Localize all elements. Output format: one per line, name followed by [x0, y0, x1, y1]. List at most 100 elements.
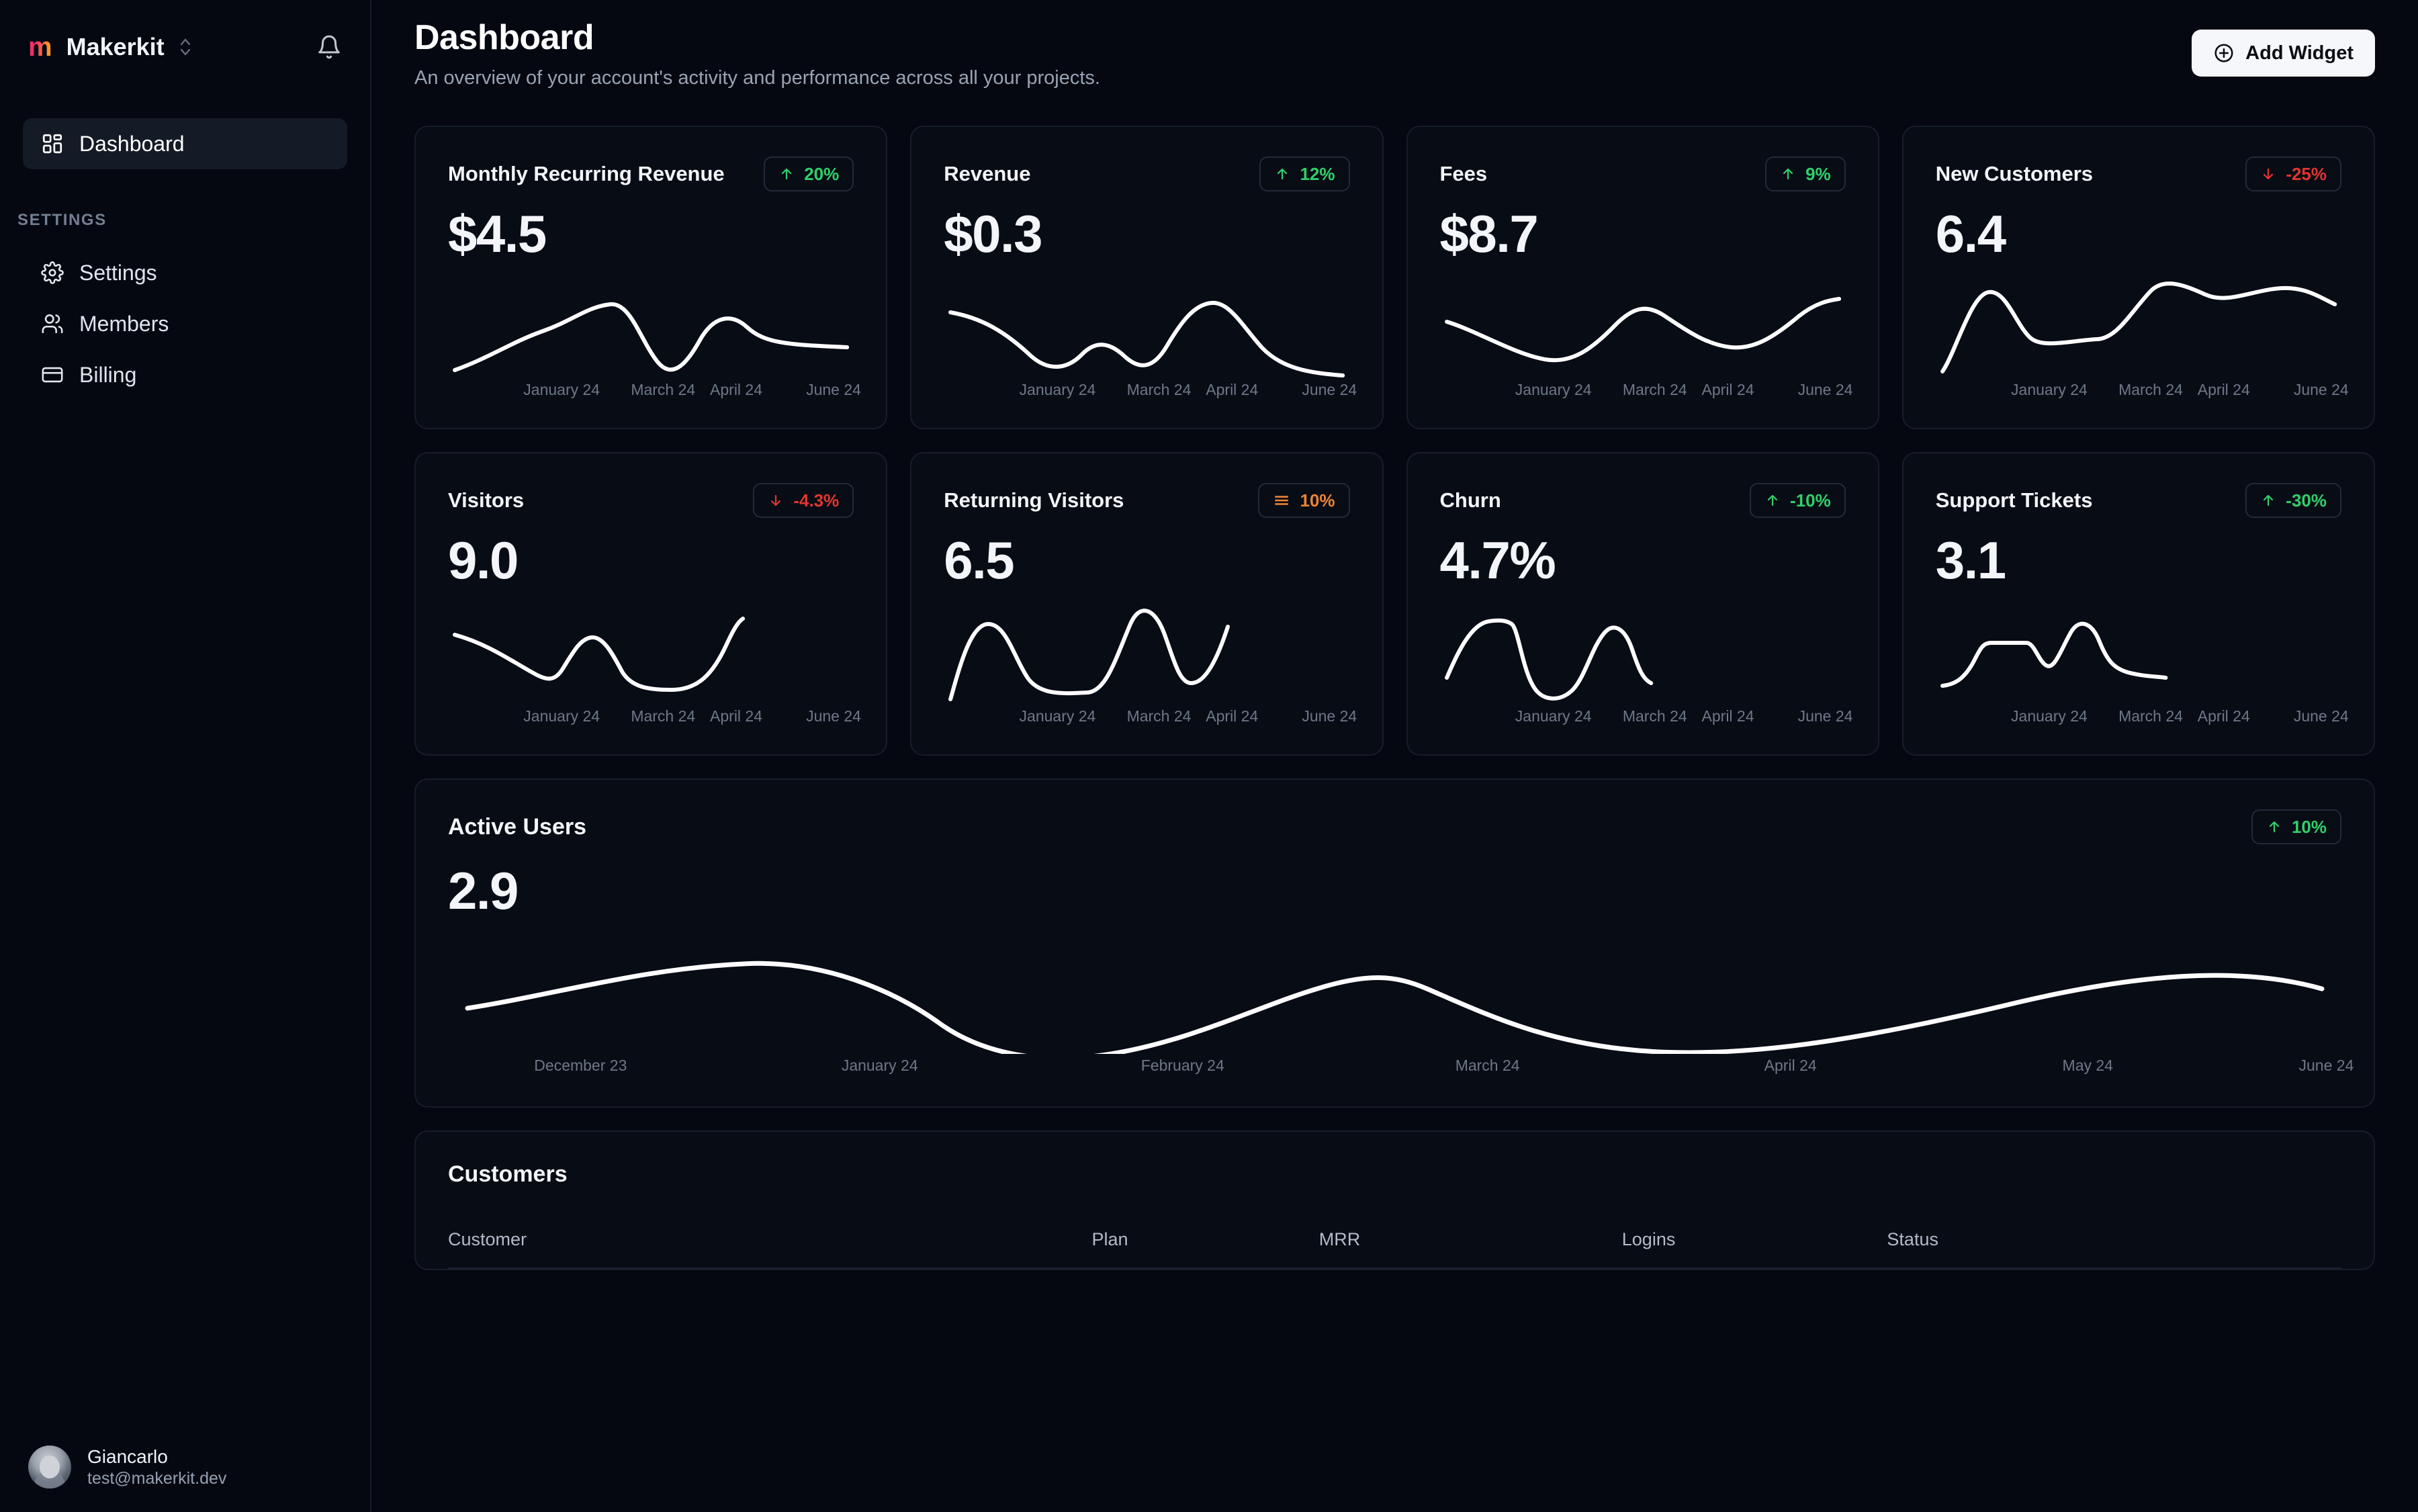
app-root: m Makerkit Dashboard SETTINGS Settings M… — [0, 0, 2418, 1512]
axis-tick: March 24 — [1455, 1057, 1520, 1074]
axis-tick: March 24 — [2118, 707, 2183, 725]
chart-x-axis: January 24 March 24 April 24 June 24 — [1936, 707, 2349, 727]
axis-tick: June 24 — [806, 381, 861, 398]
status-badge: -10% — [1750, 483, 1846, 518]
axis-tick: June 24 — [1302, 381, 1357, 398]
sidebar: m Makerkit Dashboard SETTINGS Settings M… — [0, 0, 371, 1512]
active-users-card[interactable]: Active Users 10% 2.9 December 23 January… — [414, 779, 2375, 1108]
status-badge: 20% — [764, 157, 854, 191]
badge-value: -25% — [2286, 163, 2327, 184]
metric-card-new-customers[interactable]: New Customers -25% 6.4 January 24 March … — [1901, 126, 2375, 429]
credit-card-icon — [40, 363, 64, 387]
arrow-up-icon — [1764, 492, 1781, 508]
card-value: $4.5 — [448, 204, 547, 263]
sidebar-item-dashboard[interactable]: Dashboard — [23, 118, 347, 169]
sidebar-item-members[interactable]: Members — [23, 298, 347, 349]
sidebar-item-label: Settings — [79, 260, 157, 285]
workspace-name: Makerkit — [66, 33, 165, 60]
axis-tick: March 24 — [1622, 707, 1687, 725]
page-title: Dashboard — [414, 18, 594, 57]
makerkit-logo-icon: m — [28, 32, 52, 62]
bell-icon[interactable] — [316, 34, 342, 60]
menu-lines-icon — [1273, 492, 1290, 509]
add-widget-button[interactable]: Add Widget — [2192, 30, 2375, 77]
column-header-status[interactable]: Status — [1887, 1229, 2341, 1269]
chart-x-axis: January 24 March 24 April 24 June 24 — [1440, 707, 1853, 727]
card-header: New Customers -25% — [1936, 157, 2341, 191]
user-email: test@makerkit.dev — [87, 1468, 227, 1488]
axis-tick: June 24 — [1797, 707, 1853, 725]
column-header-mrr[interactable]: MRR — [1318, 1229, 1622, 1269]
card-value: 6.5 — [944, 531, 1014, 590]
plus-circle-icon — [2213, 42, 2235, 64]
metric-card-revenue[interactable]: Revenue 12% $0.3 January 24 March 24 Apr… — [910, 126, 1384, 429]
arrow-up-icon — [1780, 166, 1796, 182]
axis-tick: January 24 — [523, 381, 600, 398]
card-header: Monthly Recurring Revenue 20% — [448, 157, 854, 191]
badge-value: 12% — [1300, 163, 1335, 184]
sidebar-nav-primary: Dashboard — [0, 118, 370, 169]
status-badge: -25% — [2245, 157, 2341, 191]
add-widget-label: Add Widget — [2245, 42, 2354, 64]
sidebar-user-menu[interactable]: Giancarlo test@makerkit.dev — [0, 1427, 370, 1512]
sidebar-item-billing[interactable]: Billing — [23, 349, 347, 400]
axis-tick: April 24 — [1701, 707, 1754, 725]
chevron-updown-icon[interactable] — [177, 36, 194, 58]
user-name: Giancarlo — [87, 1446, 168, 1467]
axis-tick: March 24 — [631, 707, 696, 725]
customers-title: Customers — [448, 1161, 568, 1187]
axis-tick: January 24 — [523, 707, 600, 725]
arrow-up-icon — [778, 166, 795, 182]
axis-tick: April 24 — [2197, 381, 2250, 398]
axis-tick: June 24 — [1302, 707, 1357, 725]
page-header-text: Dashboard An overview of your account's … — [414, 17, 1100, 89]
axis-tick: January 24 — [2011, 707, 2088, 725]
axis-tick: March 24 — [1622, 381, 1687, 398]
axis-tick: December 23 — [534, 1057, 627, 1074]
customers-card: Customers Customer Plan MRR Logins Statu… — [414, 1130, 2375, 1270]
customers-table: Customer Plan MRR Logins Status — [448, 1229, 2341, 1269]
column-header-logins[interactable]: Logins — [1621, 1229, 1887, 1269]
column-header-plan[interactable]: Plan — [1091, 1229, 1319, 1269]
table-header: Customer Plan MRR Logins Status — [448, 1229, 2341, 1269]
arrow-up-icon — [2260, 492, 2276, 508]
brand-row: m Makerkit — [28, 27, 342, 67]
metric-card-visitors[interactable]: Visitors -4.3% 9.0 January 24 March 24 A… — [414, 452, 888, 756]
page-header: Dashboard An overview of your account's … — [371, 0, 2418, 89]
sparkline-chart — [1440, 277, 1846, 378]
axis-tick: June 24 — [1797, 381, 1853, 398]
sparkline-chart — [944, 277, 1349, 378]
chart-x-axis: January 24 March 24 April 24 June 24 — [1440, 381, 1853, 401]
metric-card-monthly-recurring-revenue[interactable]: Monthly Recurring Revenue 20% $4.5 Janua… — [414, 126, 888, 429]
status-badge: -30% — [2245, 483, 2341, 518]
sparkline-chart — [944, 604, 1349, 705]
card-title: Churn — [1439, 488, 1501, 512]
axis-tick: January 24 — [2011, 381, 2088, 398]
axis-tick: January 24 — [1515, 707, 1592, 725]
card-header: Churn -10% — [1440, 483, 1846, 518]
metric-card-fees[interactable]: Fees 9% $8.7 January 24 March 24 April 2… — [1406, 126, 1879, 429]
card-header: Visitors -4.3% — [448, 483, 854, 518]
metric-card-support-tickets[interactable]: Support Tickets -30% 3.1 January 24 Marc… — [1901, 452, 2375, 756]
sidebar-item-label: Dashboard — [79, 131, 185, 156]
card-value: 9.0 — [448, 531, 519, 590]
sidebar-item-settings[interactable]: Settings — [23, 247, 347, 298]
metric-card-churn[interactable]: Churn -10% 4.7% January 24 March 24 Apri… — [1406, 452, 1879, 756]
dashboard-body: Monthly Recurring Revenue 20% $4.5 Janua… — [371, 89, 2418, 1270]
column-header-customer[interactable]: Customer — [448, 1229, 1092, 1269]
arrow-down-icon — [2260, 166, 2276, 182]
sidebar-top: m Makerkit — [0, 0, 370, 67]
card-title: Revenue — [944, 162, 1031, 185]
sparkline-chart — [1440, 604, 1846, 705]
metric-card-returning-visitors[interactable]: Returning Visitors 10% 6.5 January 24 Ma… — [910, 452, 1384, 756]
axis-tick: April 24 — [1764, 1057, 1817, 1074]
card-title: Active Users — [448, 813, 587, 840]
axis-tick: April 24 — [1701, 381, 1754, 398]
card-header: Fees 9% — [1440, 157, 1846, 191]
axis-tick: June 24 — [2298, 1057, 2354, 1074]
dashboard-grid-icon — [40, 132, 64, 156]
badge-value: -4.3% — [793, 490, 840, 510]
status-badge: 9% — [1765, 157, 1846, 191]
axis-tick: March 24 — [1126, 381, 1192, 398]
metrics-row-2: Visitors -4.3% 9.0 January 24 March 24 A… — [414, 452, 2375, 756]
